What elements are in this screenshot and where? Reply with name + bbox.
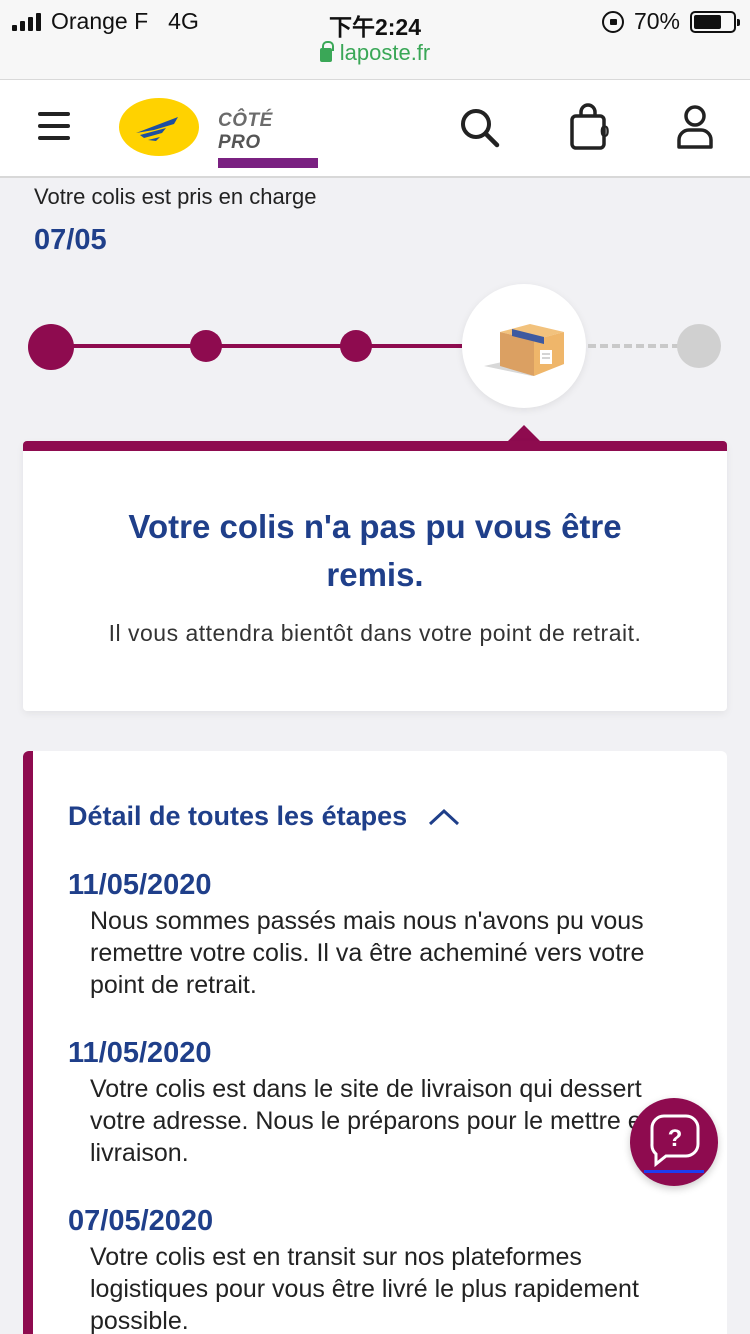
battery-percent: 70% <box>633 8 680 34</box>
help-focus-underline <box>644 1170 704 1173</box>
account-icon[interactable] <box>676 104 714 150</box>
tracking-event: 11/05/2020 Nous sommes passés mais nous … <box>68 867 668 1001</box>
status-bar: Orange F 4G 下午2:24 70% laposte.fr <box>0 0 750 80</box>
tracking-status-text: Votre colis est pris en charge <box>34 184 317 209</box>
event-date: 11/05/2020 <box>68 869 212 901</box>
help-button-label: ? <box>668 1125 683 1152</box>
progress-line-pending <box>588 344 680 348</box>
site-header: CÔTÉ PRO 0 <box>0 80 750 178</box>
brand-underline <box>218 158 318 168</box>
url-text[interactable]: laposte.fr <box>340 40 431 66</box>
details-toggle[interactable]: Détail de toutes les étapes <box>68 801 461 832</box>
battery-icon <box>690 10 740 33</box>
event-text: Votre colis est en transit sur nos plate… <box>90 1243 639 1334</box>
brand-suffix: PRO <box>218 132 261 153</box>
message-subtitle: Il vous attendra bientôt dans votre poin… <box>108 620 642 646</box>
lock-icon <box>319 41 334 62</box>
cote-pro-brand[interactable]: CÔTÉ PRO <box>218 110 318 168</box>
status-right: 70% <box>601 8 740 35</box>
progress-step-current <box>462 284 586 408</box>
menu-icon[interactable] <box>38 112 70 140</box>
tracking-event: 11/05/2020 Votre colis est dans le site … <box>68 1035 668 1169</box>
message-card-pointer <box>508 425 540 441</box>
progress-step-5 <box>677 324 721 368</box>
chevron-up-icon[interactable] <box>427 807 461 827</box>
search-icon[interactable] <box>458 106 502 150</box>
progress-step-3 <box>340 330 372 362</box>
brand-prefix: CÔTÉ <box>218 110 273 131</box>
message-title: Votre colis n'a pas pu vous être remis. <box>128 508 622 593</box>
tracking-details-card: Détail de toutes les étapes 11/05/2020 N… <box>23 751 727 1334</box>
package-icon <box>484 324 564 376</box>
progress-tracker <box>0 280 750 420</box>
url-bar[interactable]: laposte.fr <box>0 40 750 66</box>
event-text: Nous sommes passés mais nous n'avons pu … <box>90 907 645 999</box>
progress-step-2 <box>190 330 222 362</box>
delivery-message-card: Votre colis n'a pas pu vous être remis. … <box>23 441 727 711</box>
progress-line <box>50 344 462 348</box>
event-text: Votre colis est dans le site de livraiso… <box>90 1075 656 1167</box>
event-date: 11/05/2020 <box>68 1037 212 1069</box>
tracking-status-date: 07/05 <box>34 224 107 256</box>
event-date: 07/05/2020 <box>68 1205 214 1237</box>
laposte-logo[interactable] <box>118 97 200 157</box>
rotation-lock-icon <box>601 10 624 33</box>
tracking-event: 07/05/2020 Votre colis est en transit su… <box>68 1203 668 1334</box>
cart-count: 0 <box>600 122 610 141</box>
progress-step-1 <box>28 324 74 370</box>
details-title: Détail de toutes les étapes <box>68 801 408 831</box>
